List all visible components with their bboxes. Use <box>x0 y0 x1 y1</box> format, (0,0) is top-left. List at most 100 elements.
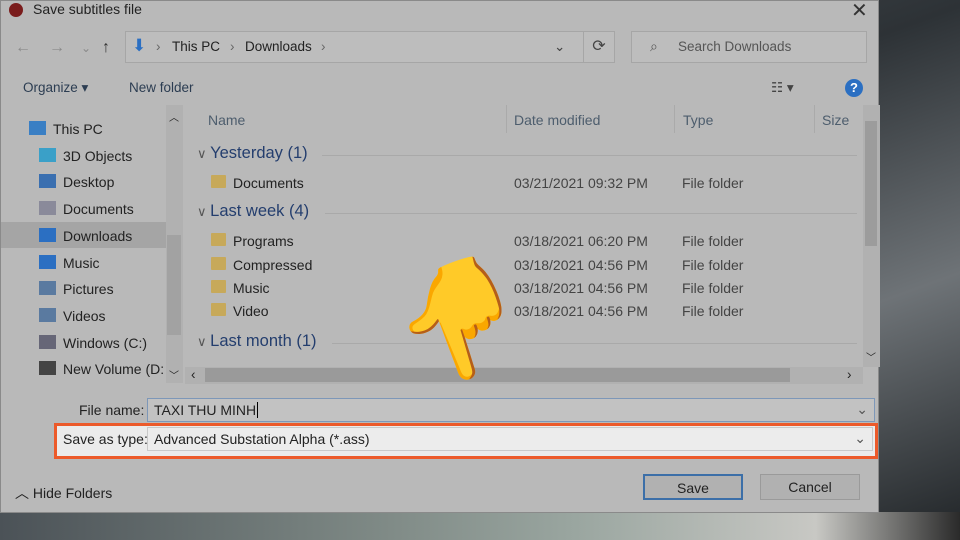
sidebar-item[interactable]: 3D Objects <box>1 142 166 168</box>
sidebar-item-label: 3D Objects <box>63 147 133 164</box>
file-date: 03/18/2021 06:20 PM <box>514 233 648 250</box>
sidebar-item-label: Windows (C:) <box>63 334 148 351</box>
column-name[interactable]: Name <box>208 112 245 128</box>
chevron-up-icon: ︿ <box>15 485 33 501</box>
column-date-modified[interactable]: Date modified <box>514 112 600 128</box>
chevron-down-icon: ∨ <box>197 333 211 349</box>
file-date: 03/18/2021 04:56 PM <box>514 256 648 273</box>
file-row[interactable]: Programs 03/18/2021 06:20 PM File folder <box>211 230 861 253</box>
search-placeholder: Search Downloads <box>678 39 792 54</box>
hide-folders-button[interactable]: ︿ Hide Folders <box>15 483 112 503</box>
save-button[interactable]: Save <box>643 474 743 500</box>
file-type: File folder <box>682 233 744 250</box>
recent-locations-button[interactable]: ⌄ <box>81 41 91 55</box>
file-date: 03/21/2021 09:32 PM <box>514 175 648 191</box>
sidebar-item-label: Videos <box>63 307 106 324</box>
navigation-pane: This PC 3D Objects Desktop Documents Downloa… <box>1 105 183 383</box>
sidebar-item[interactable]: This PC <box>1 115 166 141</box>
sidebar-item[interactable]: Videos <box>1 302 166 328</box>
forward-button[interactable]: → <box>49 39 65 57</box>
chevron-down-icon: ∨ <box>197 146 211 161</box>
navigation-scrollbar[interactable]: ︿ ﹀ <box>166 105 183 383</box>
folder-icon <box>211 279 226 293</box>
group-header[interactable]: ∨ Yesterday (1) <box>197 144 857 163</box>
save-as-type-label: Save as type: <box>63 431 148 447</box>
address-bar[interactable]: ⬇ › This PC › Downloads › ⌄ <box>125 31 615 63</box>
file-name-label: File name: <box>79 402 145 418</box>
dialog-title: Save subtitles file <box>33 1 142 17</box>
sidebar-item[interactable]: Pictures <box>1 275 166 301</box>
cube-icon <box>39 147 56 162</box>
group-label: Yesterday (1) <box>210 144 308 162</box>
sidebar-item-label: New Volume (D: <box>63 361 165 378</box>
chevron-down-icon[interactable]: ⌄ <box>554 39 565 55</box>
sidebar-item[interactable]: Documents <box>1 195 166 221</box>
group-label: Last month (1) <box>210 331 317 350</box>
file-type: File folder <box>682 256 744 273</box>
sidebar-item-label: Documents <box>63 201 134 218</box>
app-icon <box>9 3 23 17</box>
documents-icon <box>39 201 56 216</box>
file-name-input[interactable]: TAXI THU MINH ⌄ <box>147 398 875 422</box>
file-name: Music <box>233 279 270 296</box>
file-date: 03/18/2021 04:56 PM <box>514 279 648 296</box>
sidebar-item-label: Downloads <box>63 227 133 244</box>
sidebar-item[interactable]: New Volume (D: <box>1 355 166 381</box>
computer-icon <box>29 121 46 135</box>
desktop-icon <box>39 174 56 189</box>
cancel-button[interactable]: Cancel <box>760 474 860 500</box>
column-type[interactable]: Type <box>683 112 713 128</box>
download-icon: ⬇ <box>132 36 147 55</box>
file-row[interactable]: Video 03/18/2021 04:56 PM File folder <box>211 300 861 323</box>
chevron-down-icon: ∨ <box>197 204 211 220</box>
group-header[interactable]: ∨ Last week (4) <box>197 202 857 221</box>
download-icon <box>39 227 56 242</box>
file-name: Video <box>233 303 269 320</box>
drive-icon <box>39 361 56 376</box>
file-row[interactable]: Documents 03/21/2021 09:32 PM File folder <box>211 172 861 195</box>
file-date: 03/18/2021 04:56 PM <box>514 303 648 320</box>
sidebar-item-label: Pictures <box>63 281 114 298</box>
sidebar-item[interactable]: Downloads <box>1 221 166 248</box>
sidebar-item[interactable]: Windows (C:) <box>1 329 166 355</box>
sidebar-item[interactable]: Music <box>1 249 166 275</box>
save-as-type-select[interactable]: Advanced Substation Alpha (*.ass) ⌄ <box>147 427 873 451</box>
organize-button[interactable]: Organize ▾ <box>23 80 88 96</box>
file-type: File folder <box>682 303 744 320</box>
vertical-scroll-thumb[interactable] <box>865 121 877 246</box>
file-name: Documents <box>233 175 304 191</box>
file-type: File folder <box>682 279 744 296</box>
view-options-button[interactable]: ☷ ▾ <box>771 80 794 96</box>
group-label: Last week (4) <box>210 202 310 221</box>
music-icon <box>39 254 56 269</box>
breadcrumb-this-pc[interactable]: This PC <box>172 39 220 54</box>
chevron-down-icon[interactable]: ⌄ <box>856 401 868 418</box>
search-input[interactable]: ⌕ Search Downloads <box>631 31 867 63</box>
sidebar-item-label: Music <box>63 254 100 271</box>
sidebar-item-label: This PC <box>53 121 103 137</box>
sidebar-item[interactable]: Desktop <box>1 168 166 194</box>
videos-icon <box>39 307 56 322</box>
hide-folders-label: Hide Folders <box>32 485 113 501</box>
back-button[interactable]: ← <box>15 39 31 57</box>
up-button[interactable]: ↑ <box>102 39 110 57</box>
close-button[interactable]: ✕ <box>851 0 868 23</box>
new-folder-button[interactable]: New folder <box>129 80 194 95</box>
background-video-bottom <box>0 512 960 540</box>
sidebar-item-label: Desktop <box>63 174 115 191</box>
refresh-button[interactable]: ⟳ <box>583 31 615 63</box>
drive-icon <box>39 334 56 349</box>
breadcrumb-downloads[interactable]: Downloads <box>245 39 312 54</box>
folder-icon <box>211 233 226 247</box>
column-size[interactable]: Size <box>822 112 849 128</box>
help-button[interactable]: ? <box>845 79 863 97</box>
save-dialog: Save subtitles file ✕ ← → ⌄ ↑ ⬇ › This P… <box>0 0 880 513</box>
chevron-down-icon[interactable]: ⌄ <box>854 430 866 447</box>
file-row[interactable]: Compressed 03/18/2021 04:56 PM File folder <box>211 254 861 277</box>
file-name: Compressed <box>233 256 313 273</box>
file-type: File folder <box>682 175 744 191</box>
folder-icon <box>211 175 226 188</box>
file-name-value: TAXI THU MINH <box>154 402 257 418</box>
search-icon: ⌕ <box>650 38 658 54</box>
file-row[interactable]: Music 03/18/2021 04:56 PM File folder <box>211 277 861 300</box>
